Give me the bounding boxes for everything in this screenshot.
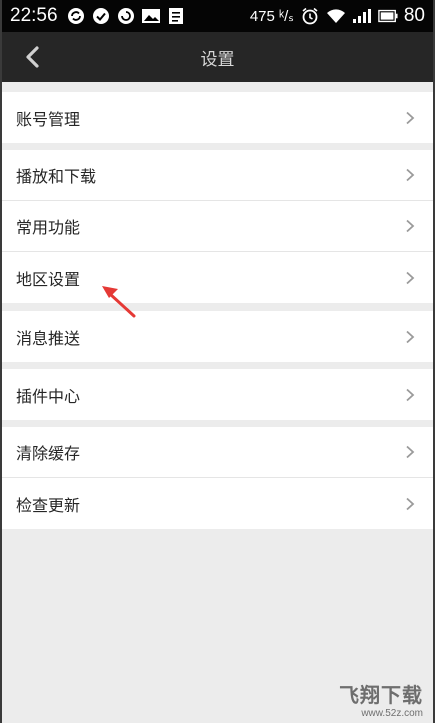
- chevron-right-icon: [406, 271, 415, 284]
- settings-item-label: 播放和下载: [16, 167, 97, 186]
- status-bar: 22:56 475 ᵏ/ₛ 80: [2, 0, 433, 32]
- chevron-right-icon: [406, 388, 415, 401]
- settings-group-notifications: 消息推送: [2, 311, 433, 362]
- watermark-title: 飞翔下载: [339, 685, 423, 707]
- watermark: 飞翔下载 www.52z.com: [339, 679, 423, 719]
- chevron-right-icon: [406, 219, 415, 233]
- status-time: 22:56: [10, 5, 58, 26]
- battery-level: 80: [403, 5, 425, 26]
- settings-item-check-updates[interactable]: 检查更新: [2, 478, 433, 529]
- settings-item-account-management[interactable]: 账号管理: [2, 92, 433, 143]
- document-icon: [166, 7, 186, 25]
- chevron-right-icon: [406, 497, 415, 510]
- battery-icon: [378, 7, 398, 25]
- settings-group-general: 播放和下载 常用功能 地区设置: [2, 150, 433, 303]
- settings-item-label: 常用功能: [16, 218, 81, 237]
- refresh-icon: [116, 7, 136, 25]
- settings-item-label: 插件中心: [16, 386, 81, 406]
- settings-group-plugins: 插件中心: [2, 369, 433, 420]
- status-right: 475 ᵏ/ₛ 80: [250, 5, 425, 27]
- settings-screen: 22:56 475 ᵏ/ₛ 80 设置 账号管理 播放和下载 常用功能 地区设置…: [0, 0, 435, 723]
- alarm-icon: [300, 7, 320, 25]
- network-speed: 475 ᵏ/ₛ: [249, 8, 294, 25]
- settings-item-label: 地区设置: [16, 269, 81, 289]
- settings-item-clear-cache[interactable]: 清除缓存: [2, 427, 433, 478]
- settings-item-label: 清除缓存: [16, 444, 81, 463]
- chevron-right-icon: [406, 111, 415, 124]
- annotation-arrow-icon: [102, 286, 136, 318]
- image-icon: [141, 7, 161, 25]
- settings-item-label: 检查更新: [16, 495, 81, 515]
- chevron-right-icon: [406, 445, 415, 459]
- page-title: 设置: [200, 49, 235, 70]
- settings-item-label: 消息推送: [16, 328, 81, 348]
- watermark-url: www.52z.com: [361, 708, 423, 719]
- settings-item-common-functions[interactable]: 常用功能: [2, 201, 433, 252]
- settings-item-playback-download[interactable]: 播放和下载: [2, 150, 433, 201]
- signal-icon: [352, 7, 372, 25]
- settings-group-account: 账号管理: [2, 92, 433, 143]
- back-button[interactable]: [12, 39, 52, 75]
- settings-item-push-notifications[interactable]: 消息推送: [2, 311, 433, 362]
- settings-item-region-settings[interactable]: 地区设置: [2, 252, 433, 303]
- settings-group-maintenance: 清除缓存 检查更新: [2, 427, 433, 529]
- settings-item-plugin-center[interactable]: 插件中心: [2, 369, 433, 420]
- chevron-left-icon: [26, 46, 39, 68]
- title-bar: 设置: [2, 32, 433, 82]
- notification-icons: [66, 7, 186, 25]
- chevron-right-icon: [406, 330, 415, 343]
- wifi-icon: [326, 7, 346, 25]
- sync-icon: [66, 7, 86, 25]
- check-circle-icon: [91, 7, 111, 25]
- chevron-right-icon: [406, 168, 415, 182]
- settings-item-label: 账号管理: [16, 109, 81, 129]
